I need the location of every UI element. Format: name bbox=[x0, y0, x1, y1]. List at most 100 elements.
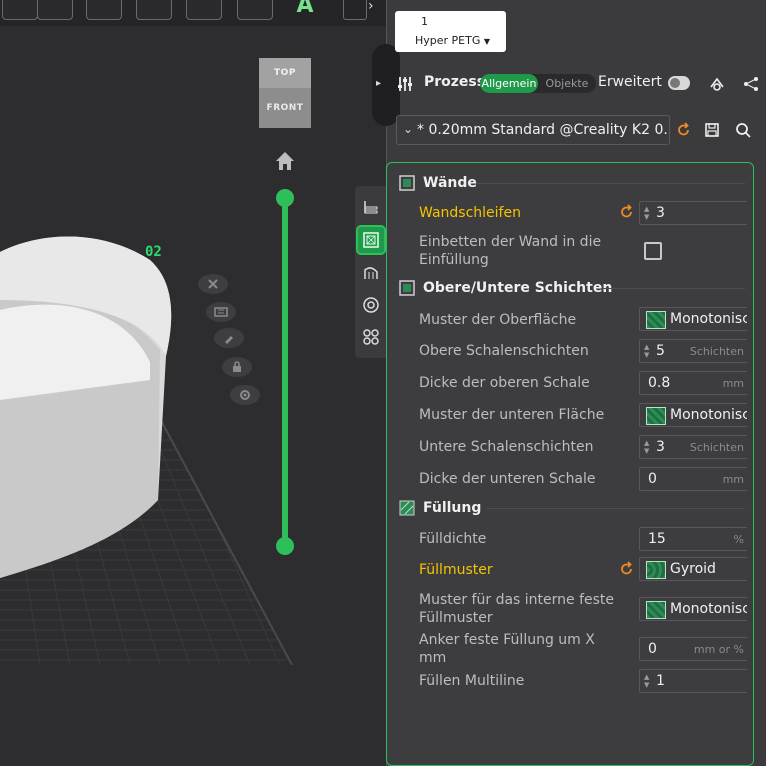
infill-density-label: Fülldichte bbox=[419, 531, 487, 547]
internal-solid-pattern-select[interactable]: Monotonisch bbox=[639, 597, 753, 621]
view-cube-top[interactable]: TOP bbox=[259, 58, 311, 88]
bottom-pattern-select[interactable]: Monotonisch bbox=[639, 403, 753, 427]
top-thickness-label: Dicke der oberen Schale bbox=[419, 375, 590, 391]
top-bottom-section-icon bbox=[399, 280, 415, 296]
filament-selector[interactable]: 1 Hyper PETG ▼ bbox=[395, 11, 506, 52]
walls-section-icon bbox=[399, 175, 415, 191]
settings-gear-icon[interactable] bbox=[230, 385, 260, 405]
quality-category-icon[interactable] bbox=[358, 194, 384, 220]
arrange-icon[interactable] bbox=[206, 302, 236, 322]
monotonic-pattern-icon bbox=[646, 407, 666, 425]
current-layer-label: 02 bbox=[145, 244, 162, 260]
others-category-icon[interactable] bbox=[358, 324, 384, 350]
text-tool-icon[interactable]: A bbox=[287, 0, 323, 20]
advanced-label: Erweitert bbox=[598, 74, 662, 90]
monotonic-pattern-icon bbox=[646, 601, 666, 619]
infill-section-icon bbox=[399, 500, 415, 516]
infill-density-input[interactable]: 15 % bbox=[639, 527, 749, 551]
top-thickness-input[interactable]: 0.8 mm bbox=[639, 371, 749, 395]
spin-arrows-icon[interactable]: ▲ ▼ bbox=[644, 343, 652, 359]
printed-model[interactable] bbox=[0, 236, 172, 578]
toolbar-button-7[interactable] bbox=[343, 0, 367, 20]
spin-arrows-icon[interactable]: ▲ ▼ bbox=[644, 673, 652, 689]
multimaterial-category-icon[interactable] bbox=[358, 292, 384, 318]
infill-pattern-label: Füllmuster bbox=[419, 562, 493, 578]
build-plate-grid bbox=[0, 236, 293, 666]
monotonic-pattern-icon bbox=[646, 311, 666, 329]
embed-wall-checkbox[interactable] bbox=[644, 242, 662, 260]
settings-list: Wände Wandschleifen ▲ ▼ 3 Einbetten der W… bbox=[386, 162, 754, 766]
layer-slider-top-handle[interactable] bbox=[276, 189, 294, 207]
tab-global[interactable]: Allgemein bbox=[480, 74, 538, 93]
top-pattern-select[interactable]: Monotonisch bbox=[639, 307, 753, 331]
compare-presets-icon[interactable] bbox=[708, 75, 726, 93]
process-sliders-icon bbox=[398, 77, 412, 91]
spin-arrows-icon[interactable]: ▲ ▼ bbox=[644, 439, 652, 455]
wall-loops-stepper[interactable]: ▲ ▼ 3 bbox=[639, 201, 749, 225]
panel-collapse-arrow-icon[interactable]: ▸ bbox=[376, 78, 381, 89]
layer-slider-bottom-handle[interactable] bbox=[276, 537, 294, 555]
advanced-switch[interactable] bbox=[668, 76, 690, 90]
chevron-down-icon: ⌄ bbox=[403, 122, 414, 136]
toolbar-button-6[interactable] bbox=[237, 0, 273, 20]
delete-object-icon[interactable] bbox=[198, 274, 228, 294]
search-icon[interactable] bbox=[735, 122, 751, 138]
filament-slot-number: 1 bbox=[421, 15, 428, 28]
reset-infill-pattern-icon[interactable] bbox=[619, 561, 635, 577]
view-cube-front[interactable]: FRONT bbox=[259, 88, 311, 128]
top-shells-stepper[interactable]: ▲ ▼ 5 Schichten bbox=[639, 339, 749, 363]
process-preset-dropdown[interactable]: ⌄ * 0.20mm Standard @Creality K2 0... bbox=[396, 115, 670, 145]
top-toolbar: A › bbox=[0, 0, 386, 26]
preset-name: * 0.20mm Standard @Creality K2 0... bbox=[417, 122, 667, 138]
bottom-shells-stepper[interactable]: ▲ ▼ 3 Schichten bbox=[639, 435, 749, 459]
toolbar-button-2[interactable] bbox=[37, 0, 73, 20]
spin-arrows-icon[interactable]: ▲ ▼ bbox=[644, 205, 652, 221]
infill-pattern-select[interactable]: Gyroid bbox=[639, 557, 749, 581]
view-cube[interactable]: TOP FRONT bbox=[259, 58, 311, 128]
global-objects-toggle[interactable]: Allgemein Objekte bbox=[480, 74, 596, 93]
strength-category-icon[interactable] bbox=[356, 225, 386, 255]
tab-objects[interactable]: Objekte bbox=[540, 74, 594, 93]
section-infill: Füllung bbox=[399, 498, 481, 518]
anchor-solid-infill-input[interactable]: 0 mm or % bbox=[639, 637, 749, 661]
dropdown-caret-icon: ▼ bbox=[483, 37, 491, 46]
top-bottom-title: Obere/Untere Schichten bbox=[423, 280, 613, 296]
bottom-pattern-label: Muster der unteren Fläche bbox=[419, 407, 605, 423]
top-shells-label: Obere Schalenschichten bbox=[419, 343, 589, 359]
toolbar-button-1[interactable] bbox=[2, 0, 38, 20]
filament-name: Hyper PETG ▼ bbox=[415, 34, 491, 47]
toolbar-button-4[interactable] bbox=[136, 0, 172, 20]
edit-object-icon[interactable] bbox=[214, 328, 244, 348]
wall-loops-label: Wandschleifen bbox=[419, 205, 521, 221]
bottom-shells-label: Untere Schalenschichten bbox=[419, 439, 594, 455]
settings-category-bar bbox=[355, 186, 386, 358]
home-view-icon[interactable] bbox=[274, 150, 296, 172]
internal-solid-pattern-label: Muster für das interne feste Füllmuster bbox=[419, 592, 615, 626]
toolbar-collapse-icon[interactable]: › bbox=[368, 0, 374, 14]
fill-multiline-label: Füllen Multiline bbox=[419, 673, 525, 689]
layer-slider-track[interactable] bbox=[282, 196, 288, 546]
toolbar-button-5[interactable] bbox=[186, 0, 222, 20]
bottom-thickness-label: Dicke der unteren Schale bbox=[419, 471, 596, 487]
toolbar-button-3[interactable] bbox=[86, 0, 122, 20]
section-divider bbox=[601, 288, 745, 289]
process-header: Prozess Allgemein Objekte Erweitert bbox=[386, 66, 766, 102]
save-preset-icon[interactable] bbox=[704, 122, 720, 138]
anchor-solid-infill-label: Anker feste Füllung um X mm bbox=[419, 632, 595, 666]
bottom-thickness-input[interactable]: 0 mm bbox=[639, 467, 749, 491]
gyroid-pattern-icon bbox=[646, 561, 666, 579]
share-icon[interactable] bbox=[742, 75, 760, 93]
top-pattern-label: Muster der Oberfläche bbox=[419, 312, 577, 328]
lock-icon[interactable] bbox=[222, 357, 252, 377]
reset-preset-icon[interactable] bbox=[676, 122, 692, 138]
support-category-icon[interactable] bbox=[358, 260, 384, 286]
fill-multiline-stepper[interactable]: ▲ ▼ 1 bbox=[639, 669, 749, 693]
section-walls: Wände bbox=[399, 173, 477, 193]
3d-viewport[interactable]: A › TOP FRONT 02 bbox=[0, 0, 386, 766]
reset-wall-loops-icon[interactable] bbox=[619, 204, 635, 220]
infill-title: Füllung bbox=[423, 500, 482, 516]
process-title: Prozess bbox=[424, 74, 486, 90]
walls-title: Wände bbox=[423, 175, 477, 191]
settings-scrollbar[interactable] bbox=[747, 163, 753, 765]
section-divider bbox=[487, 508, 745, 509]
